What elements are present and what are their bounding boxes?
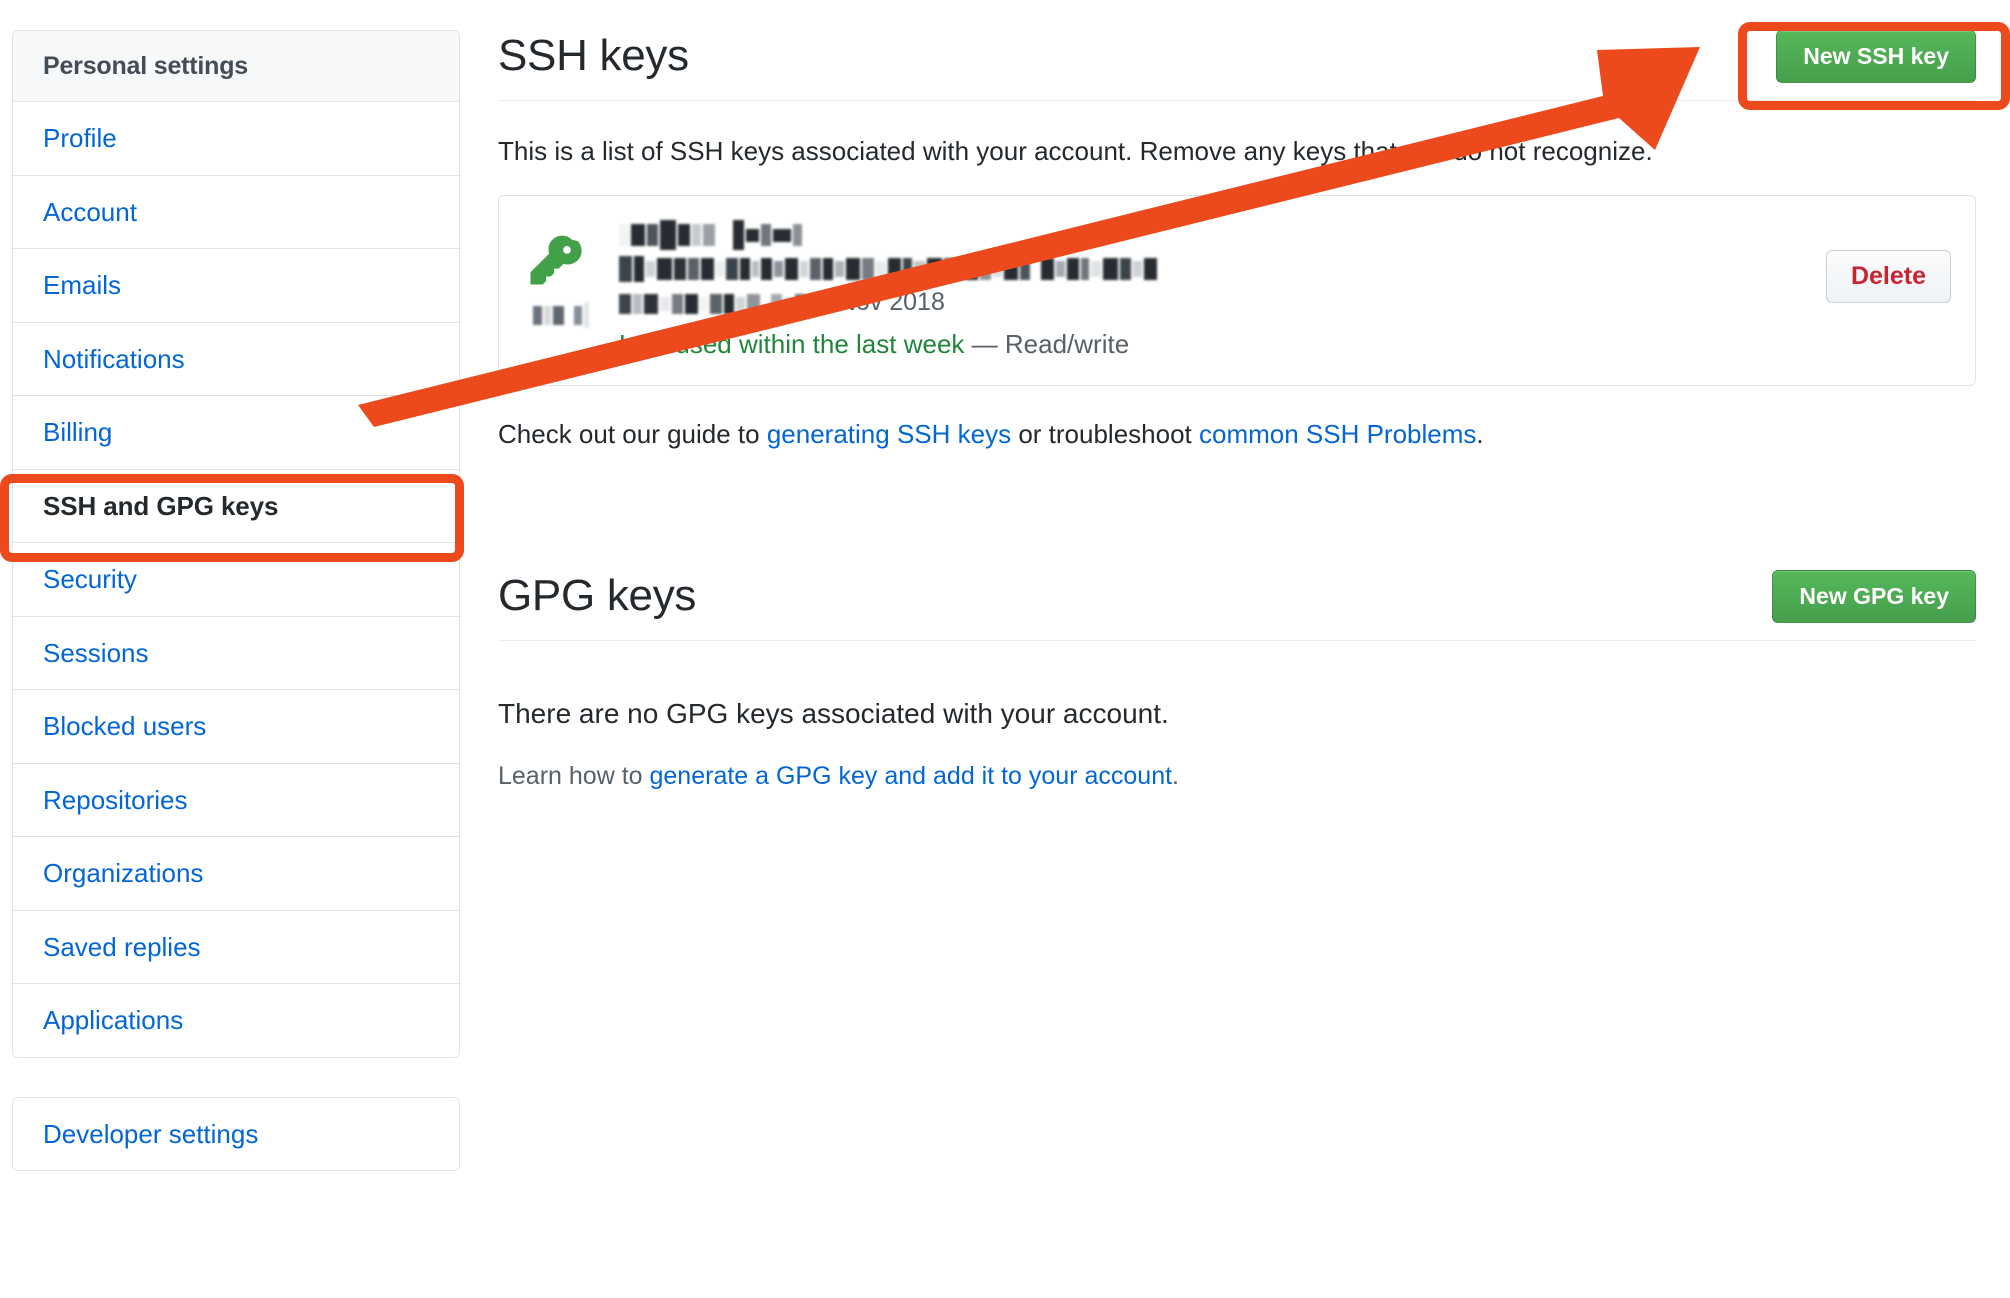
ssh-key-title-redacted (619, 220, 804, 251)
ssh-key-access-level: Read/write (1004, 329, 1130, 360)
sidebar-item-sessions[interactable]: Sessions (13, 616, 459, 690)
sidebar-item-applications[interactable]: Applications (13, 984, 459, 1057)
sidebar-item-ssh-and-gpg-keys[interactable]: SSH and GPG keys (13, 469, 459, 543)
sidebar-item-developer-settings[interactable]: Developer settings (13, 1097, 459, 1170)
sidebar-item-emails[interactable]: Emails (13, 249, 459, 323)
sidebar-header: Personal settings (13, 31, 459, 102)
ssh-key-meta-separator: — (971, 329, 998, 360)
ssh-key-last-used-row: Last used within the last week — Read/wr… (619, 326, 1806, 362)
sidebar-item-billing[interactable]: Billing (13, 396, 459, 470)
settings-sidebar: Personal settings Profile Account Emails… (12, 30, 460, 1171)
sidebar-item-saved-replies[interactable]: Saved replies (13, 910, 459, 984)
ssh-key-added-date: 3 Nov 2018 (817, 288, 945, 317)
ssh-key-type-badge-redacted (533, 302, 591, 329)
ssh-keys-title: SSH keys (498, 31, 689, 81)
new-ssh-key-button[interactable]: New SSH key (1776, 30, 1976, 83)
ssh-key-last-used-text: Last used within the last week (619, 329, 965, 360)
generating-ssh-keys-link[interactable]: generating SSH keys (767, 419, 1011, 449)
gpg-keys-empty-message: There are no GPG keys associated with yo… (498, 697, 1169, 729)
sidebar-item-blocked-users[interactable]: Blocked users (13, 690, 459, 764)
gpg-keys-title: GPG keys (498, 571, 697, 621)
ssh-key-title-row (619, 220, 1806, 251)
ssh-keys-description: This is a list of SSH keys associated wi… (498, 136, 1653, 166)
personal-settings-nav: Personal settings Profile Account Emails… (12, 30, 460, 1058)
ssh-keys-section-header: SSH keys New SSH key (498, 0, 1976, 101)
developer-settings-nav: Developer settings (12, 1096, 460, 1171)
gpg-learn-prefix: Learn how to (498, 761, 650, 790)
ssh-guide-line: Check out our guide to generating SSH ke… (498, 416, 1976, 452)
ssh-key-list-item: 3 Nov 2018 Last used within the last wee… (498, 195, 1976, 386)
gpg-keys-section: GPG keys New GPG key There are no GPG ke… (498, 569, 1976, 794)
ssh-key-added-row: 3 Nov 2018 (619, 286, 1806, 320)
delete-ssh-key-button[interactable]: Delete (1825, 250, 1951, 304)
sidebar-item-security[interactable]: Security (13, 543, 459, 617)
ssh-guide-middle: or troubleshoot (1011, 418, 1199, 449)
sidebar-item-organizations[interactable]: Organizations (13, 837, 459, 911)
ssh-key-added-prefix-redacted (619, 286, 807, 320)
generate-gpg-key-link[interactable]: generate a GPG key and add it to your ac… (650, 762, 1173, 790)
sidebar-item-repositories[interactable]: Repositories (13, 763, 459, 837)
gpg-keys-section-header: GPG keys New GPG key (498, 569, 1976, 641)
key-icon (530, 235, 582, 285)
ssh-key-actions: Delete (1806, 218, 1951, 304)
ssh-guide-suffix: . (1476, 418, 1484, 449)
ssh-key-fingerprint-row (619, 256, 1806, 283)
ssh-key-details: 3 Nov 2018 Last used within the last wee… (619, 218, 1806, 362)
sidebar-item-profile[interactable]: Profile (13, 102, 459, 176)
gpg-learn-suffix: . (1172, 761, 1179, 790)
ssh-key-fingerprint-redacted (619, 256, 1159, 283)
sidebar-item-notifications[interactable]: Notifications (13, 322, 459, 396)
page-root: Personal settings Profile Account Emails… (0, 0, 2010, 1298)
common-ssh-problems-link[interactable]: common SSH Problems (1199, 419, 1476, 449)
gpg-learn-line: Learn how to generate a GPG key and add … (498, 760, 1976, 794)
ssh-guide-prefix: Check out our guide to (498, 418, 767, 449)
new-gpg-key-button[interactable]: New GPG key (1772, 569, 1976, 623)
sidebar-item-account[interactable]: Account (13, 175, 459, 249)
main-content: SSH keys New SSH key This is a list of S… (498, 0, 1976, 793)
ssh-key-icon-column (527, 218, 619, 329)
